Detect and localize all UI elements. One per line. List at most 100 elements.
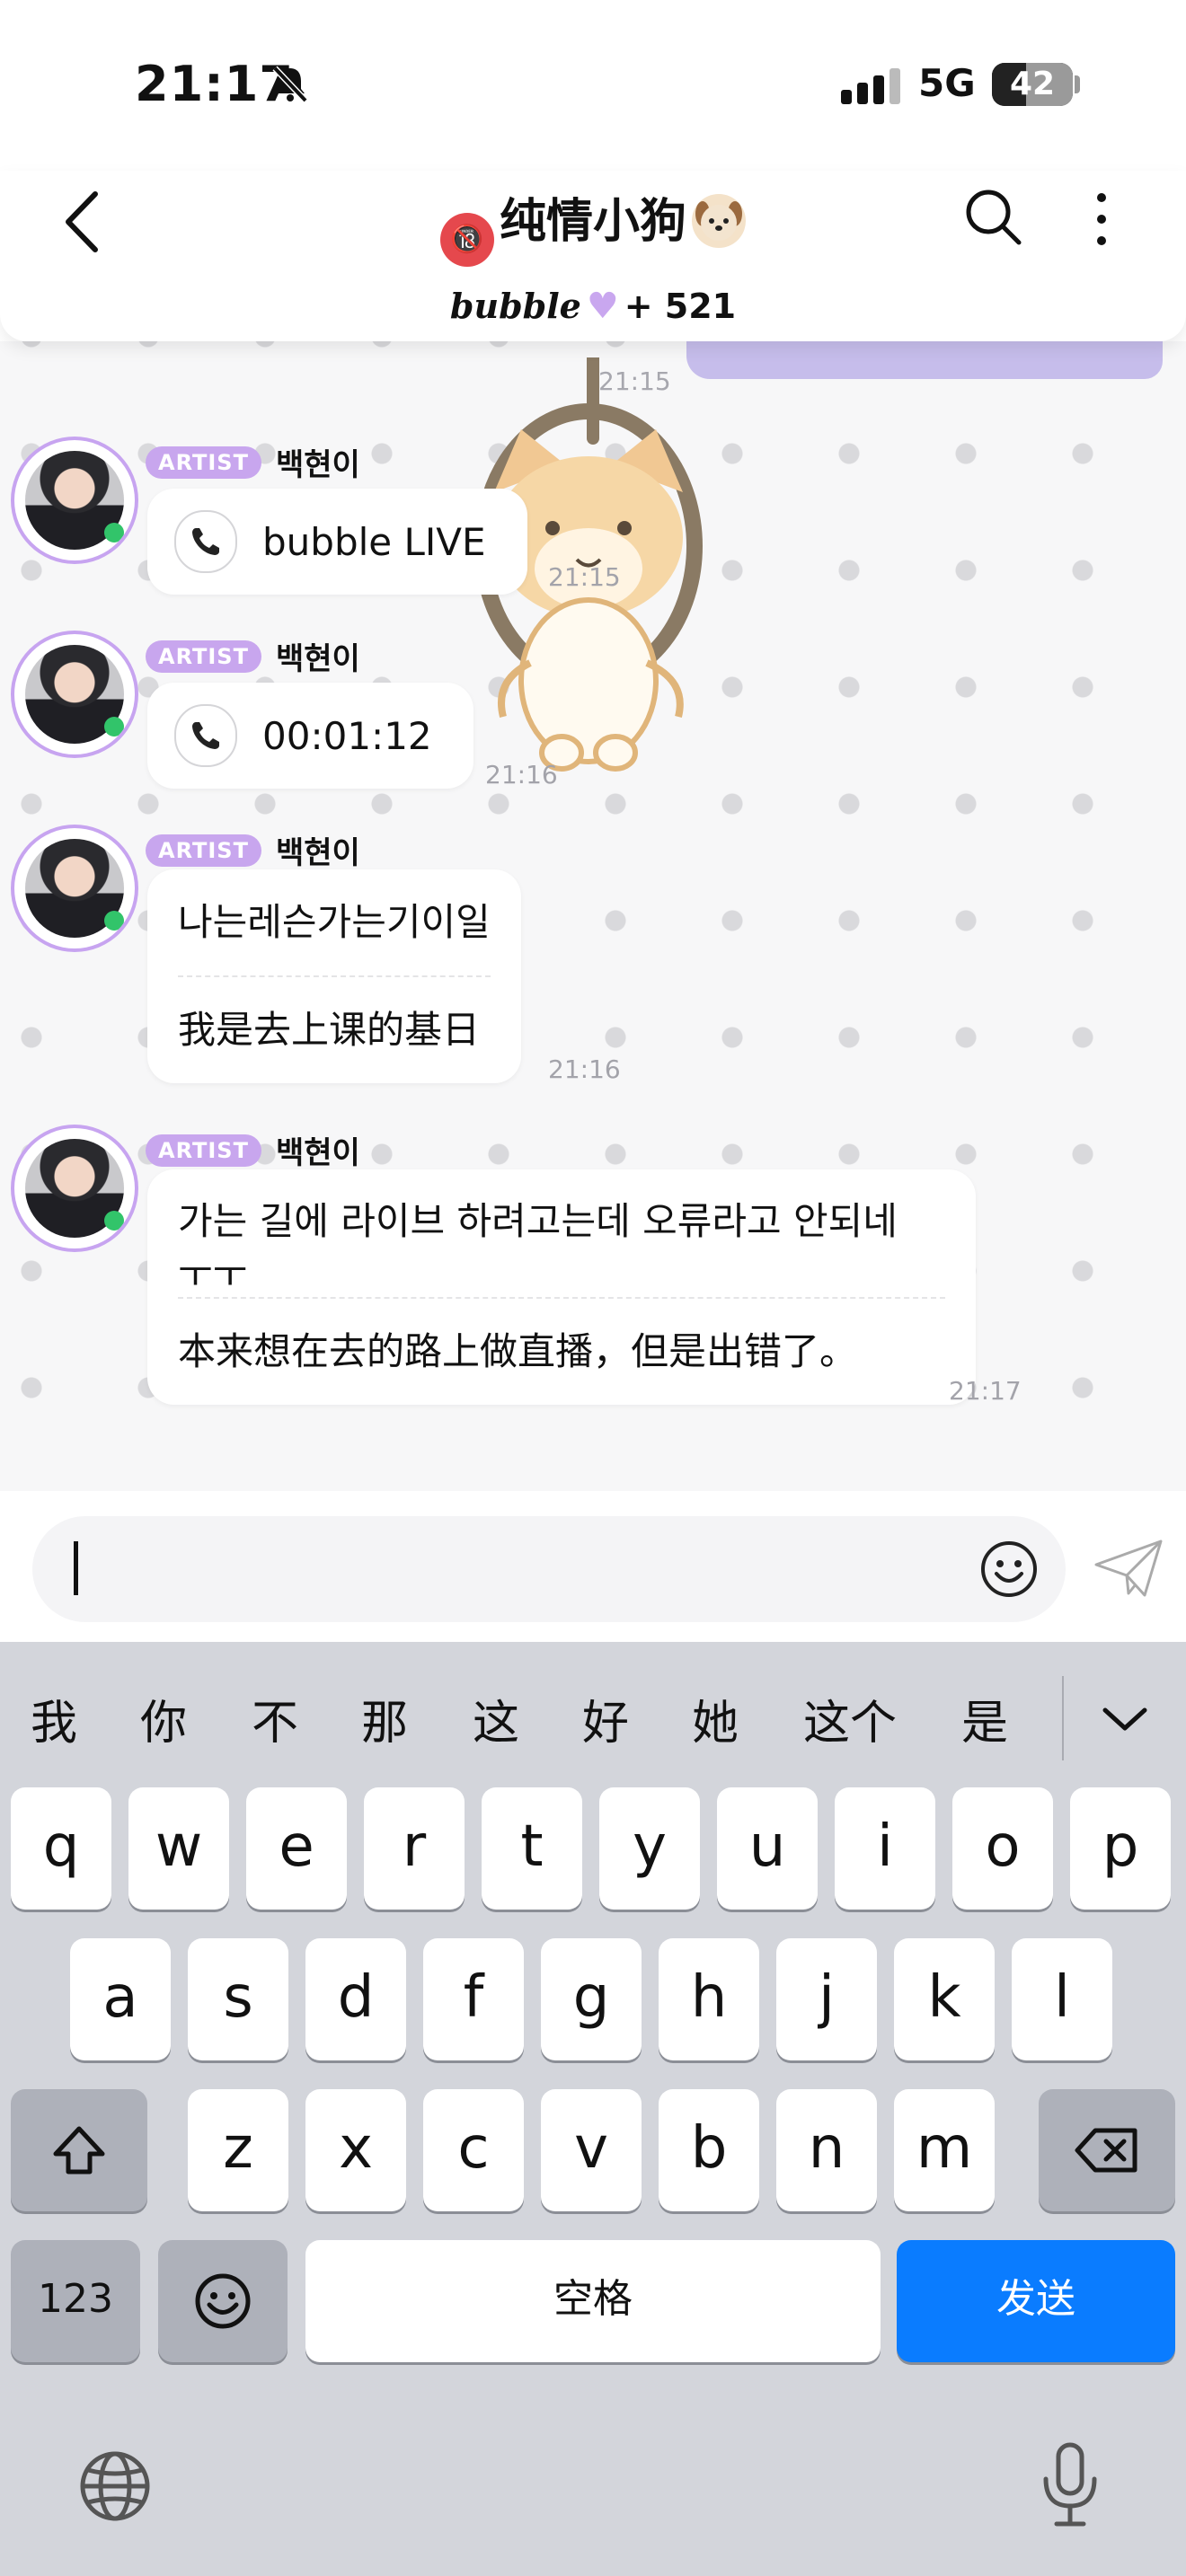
network-type: 5G xyxy=(918,61,976,105)
key-b[interactable]: b xyxy=(659,2089,759,2211)
battery-nub xyxy=(1075,75,1080,93)
phone-icon xyxy=(174,510,237,573)
candidate-word[interactable]: 好 xyxy=(582,1685,629,1752)
avatar[interactable] xyxy=(14,634,135,754)
key-o[interactable]: o xyxy=(952,1787,1053,1910)
brand-name: bubble xyxy=(449,286,581,326)
key-e[interactable]: e xyxy=(246,1787,347,1910)
key-x[interactable]: x xyxy=(305,2089,406,2211)
message-original-text-continued: ㅜㅜ xyxy=(178,1252,248,1286)
chat-header: 🔞 纯情小狗 bubble ♥ + 521 xyxy=(0,171,1186,341)
shift-key[interactable] xyxy=(11,2089,147,2211)
online-dot-icon xyxy=(104,717,124,737)
key-z[interactable]: z xyxy=(188,2089,288,2211)
chat-title-text: 纯情小狗 xyxy=(499,195,686,249)
search-icon[interactable] xyxy=(960,183,1028,251)
status-bar: 21:17 5G 42 xyxy=(0,0,1186,171)
message-translation-text: 我是去上课的基日 xyxy=(178,1008,481,1052)
dog-face-emoji-icon xyxy=(692,194,746,248)
key-n[interactable]: n xyxy=(776,2089,877,2211)
key-i[interactable]: i xyxy=(835,1787,935,1910)
microphone-icon[interactable] xyxy=(1037,2439,1103,2529)
call-duration: 00:01:12 xyxy=(262,713,432,758)
key-t[interactable]: t xyxy=(482,1787,582,1910)
message-original-text: 가는 길에 라이브 하려고는데 오류라고 안되네 xyxy=(178,1199,898,1243)
key-c[interactable]: c xyxy=(423,2089,524,2211)
backspace-icon xyxy=(1075,2128,1137,2173)
paper-plane-icon[interactable] xyxy=(1093,1538,1164,1601)
chat-area[interactable]: 21:15 ARTIST 백현이 bubble LIVE 21:15 ARTIS… xyxy=(0,341,1186,1491)
key-f[interactable]: f xyxy=(423,1938,524,2060)
message-input[interactable] xyxy=(32,1516,1066,1622)
key-l[interactable]: l xyxy=(1012,1938,1112,2060)
text-caret xyxy=(74,1541,78,1595)
own-message-bubble-edge xyxy=(686,341,1163,379)
chevron-down-icon[interactable] xyxy=(1100,1701,1150,1737)
keyboard: 我 你 不 那 这 好 她 这个 是 q w e r t y u i o p a… xyxy=(0,1642,1186,2576)
candidate-word[interactable]: 你 xyxy=(140,1685,187,1752)
adult-only-emoji-icon: 🔞 xyxy=(439,213,494,267)
key-p[interactable]: p xyxy=(1070,1787,1171,1910)
key-k[interactable]: k xyxy=(894,1938,995,2060)
message-input-bar xyxy=(0,1491,1186,1642)
candidate-word[interactable]: 是 xyxy=(961,1685,1008,1752)
more-options-icon[interactable] xyxy=(1076,183,1127,255)
key-m[interactable]: m xyxy=(894,2089,995,2211)
avatar[interactable] xyxy=(14,440,135,560)
sender-name: 백현이 xyxy=(275,641,360,677)
key-v[interactable]: v xyxy=(541,2089,642,2211)
smiley-icon xyxy=(195,2273,251,2329)
key-h[interactable]: h xyxy=(659,1938,759,2060)
key-r[interactable]: r xyxy=(364,1787,465,1910)
text-bubble[interactable]: 나는레슨가는기이일 我是去上课的基日 xyxy=(147,869,521,1083)
artist-badge: ARTIST xyxy=(146,1134,261,1167)
key-s[interactable]: s xyxy=(188,1938,288,2060)
cellular-signal-icon xyxy=(841,68,900,104)
sender-row: ARTIST 백현이 xyxy=(146,1128,360,1171)
message-original-text: 나는레슨가는기이일 xyxy=(178,900,491,944)
text-bubble[interactable]: 가는 길에 라이브 하려고는데 오류라고 안되네 ㅜㅜ 本来想在去的路上做直播，… xyxy=(147,1169,976,1405)
key-y[interactable]: y xyxy=(599,1787,700,1910)
key-j[interactable]: j xyxy=(776,1938,877,2060)
online-dot-icon xyxy=(104,1211,124,1231)
globe-icon[interactable] xyxy=(77,2448,153,2524)
sender-name: 백현이 xyxy=(275,835,360,871)
delete-key[interactable] xyxy=(1039,2089,1175,2211)
sender-name: 백현이 xyxy=(275,447,360,483)
message-time: 21:17 xyxy=(949,1376,1022,1406)
avatar[interactable] xyxy=(14,1128,135,1248)
smiley-icon[interactable] xyxy=(979,1539,1039,1599)
subscriber-count: + 521 xyxy=(624,287,737,326)
candidate-word[interactable]: 那 xyxy=(361,1685,408,1752)
message-translation-text: 本来想在去的路上做直播，但是出错了。 xyxy=(178,1329,858,1373)
key-a[interactable]: a xyxy=(70,1938,171,2060)
candidate-word[interactable]: 这 xyxy=(473,1685,519,1752)
heart-icon: ♥ xyxy=(586,286,619,327)
key-g[interactable]: g xyxy=(541,1938,642,2060)
shift-arrow-icon xyxy=(53,2126,105,2175)
phone-icon xyxy=(174,704,237,767)
message-time: 21:16 xyxy=(548,1054,621,1084)
numbers-key[interactable]: 123 xyxy=(11,2240,140,2362)
artist-badge: ARTIST xyxy=(146,446,261,479)
message-time: 21:15 xyxy=(548,562,621,592)
candidate-word[interactable]: 这个 xyxy=(803,1685,897,1752)
candidate-word[interactable]: 她 xyxy=(692,1685,739,1752)
sender-row: ARTIST 백현이 xyxy=(146,828,360,871)
call-bubble[interactable]: bubble LIVE xyxy=(147,489,527,595)
space-key[interactable]: 空格 xyxy=(305,2240,881,2362)
artist-badge: ARTIST xyxy=(146,640,261,673)
key-w[interactable]: w xyxy=(128,1787,229,1910)
send-key[interactable]: 发送 xyxy=(897,2240,1175,2362)
online-dot-icon xyxy=(104,523,124,543)
avatar[interactable] xyxy=(14,828,135,948)
key-d[interactable]: d xyxy=(305,1938,406,2060)
online-dot-icon xyxy=(104,911,124,931)
subscription-line: bubble ♥ + 521 xyxy=(0,286,1186,327)
key-u[interactable]: u xyxy=(717,1787,818,1910)
call-bubble[interactable]: 00:01:12 xyxy=(147,683,474,789)
candidate-word[interactable]: 我 xyxy=(31,1685,77,1752)
key-q[interactable]: q xyxy=(11,1787,111,1910)
emoji-key[interactable] xyxy=(158,2240,288,2362)
candidate-word[interactable]: 不 xyxy=(252,1685,298,1752)
